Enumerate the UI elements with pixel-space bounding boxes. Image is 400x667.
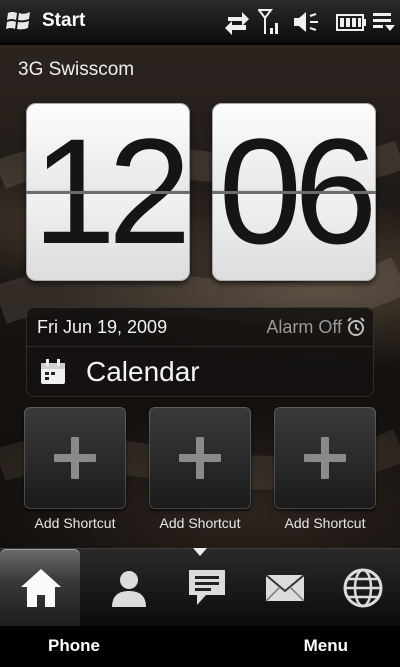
date-calendar-panel: Fri Jun 19, 2009 Alarm Off Calendar: [26, 307, 374, 397]
tab-people[interactable]: [88, 549, 168, 627]
softkey-bar: Phone Menu: [0, 626, 400, 667]
shortcut-label: Add Shortcut: [34, 515, 116, 531]
clock-minute[interactable]: 06: [212, 103, 376, 281]
internet-globe-icon: [343, 568, 383, 608]
alarm-clock-icon[interactable]: [346, 317, 366, 337]
phone-softkey[interactable]: Phone: [48, 636, 100, 656]
shortcut-tile[interactable]: [24, 407, 126, 509]
menu-softkey[interactable]: Menu: [304, 636, 348, 656]
date-alarm-row: Fri Jun 19, 2009 Alarm Off: [26, 307, 374, 347]
data-transfer-icon: [224, 8, 250, 36]
windows-start-icon[interactable]: [6, 9, 32, 33]
battery-icon[interactable]: [336, 8, 366, 36]
people-icon: [112, 571, 146, 607]
volume-icon[interactable]: [292, 8, 320, 36]
home-icon: [21, 569, 61, 607]
shortcut-label: Add Shortcut: [159, 515, 241, 531]
shortcut-tile[interactable]: [149, 407, 251, 509]
menu-arrow-icon[interactable]: [372, 8, 396, 36]
tab-indicator-arrow-icon: [193, 548, 207, 556]
tab-internet[interactable]: [322, 549, 400, 627]
flip-divider: [212, 191, 376, 194]
status-bar: Start: [0, 0, 400, 44]
clock-hour[interactable]: 12: [26, 103, 190, 281]
alarm-status[interactable]: Alarm Off: [266, 317, 342, 338]
messaging-icon: [189, 570, 225, 605]
start-title[interactable]: Start: [42, 10, 85, 32]
operator-name: 3G Swisscom: [18, 59, 135, 80]
tab-mail[interactable]: [244, 549, 324, 627]
add-shortcut-button[interactable]: Add Shortcut: [24, 407, 126, 535]
tab-messaging[interactable]: [166, 549, 246, 627]
shortcut-tile[interactable]: [274, 407, 376, 509]
flip-divider: [26, 191, 190, 194]
mail-icon: [265, 574, 305, 602]
add-shortcut-button[interactable]: Add Shortcut: [149, 407, 251, 535]
current-date[interactable]: Fri Jun 19, 2009: [37, 317, 167, 338]
plus-icon: [71, 437, 79, 479]
plus-icon: [321, 437, 329, 479]
add-shortcut-button[interactable]: Add Shortcut: [274, 407, 376, 535]
signal-strength-icon: [258, 8, 282, 36]
calendar-label[interactable]: Calendar: [86, 356, 200, 388]
calendar-icon[interactable]: [40, 359, 66, 385]
shortcut-label: Add Shortcut: [284, 515, 366, 531]
home-screen: 3G Swisscom 12 06 Fri Jun 19, 2009 Alarm…: [0, 45, 400, 548]
tab-strip: [0, 548, 400, 627]
tab-home[interactable]: [0, 549, 80, 627]
plus-icon: [196, 437, 204, 479]
